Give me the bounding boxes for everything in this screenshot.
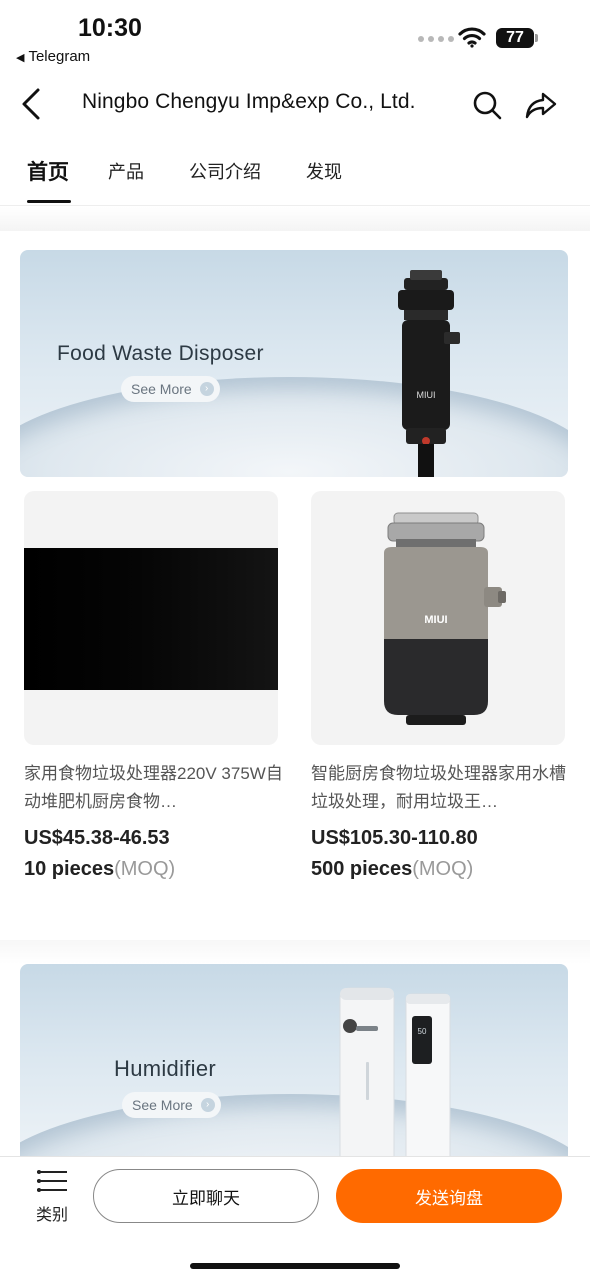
disposer-product-image: MIUI — [398, 270, 460, 477]
banner-floor — [20, 1094, 568, 1164]
tab-discover[interactable]: 发现 — [306, 158, 342, 184]
send-inquiry-button[interactable]: 发送询盘 — [336, 1169, 562, 1223]
moq-quantity: 10 pieces — [24, 858, 115, 880]
see-more-label: See More — [131, 381, 192, 397]
arrow-right-icon: › — [200, 1098, 215, 1112]
humidifier-display-value: 50 — [418, 1027, 427, 1036]
moq-label: (MOQ) — [412, 858, 474, 880]
battery-icon: 77 — [496, 28, 534, 48]
product-moq-2: 500 pieces(MOQ) — [311, 858, 473, 881]
disposer-brand-logo: MIUI — [417, 390, 436, 400]
share-icon[interactable] — [524, 88, 558, 122]
disposer-silver-image: MIUI — [384, 512, 506, 725]
category-button[interactable]: 类别 — [32, 1169, 72, 1225]
tab-products[interactable]: 产品 — [108, 158, 144, 184]
back-triangle-icon: ◀ — [16, 52, 25, 64]
disposer-brand-logo-2: MIUI — [424, 614, 447, 626]
signal-icon — [418, 36, 454, 42]
humidifier-product-image: 50 — [339, 987, 451, 1164]
tab-company-profile[interactable]: 公司介绍 — [189, 158, 261, 184]
home-indicator — [190, 1263, 400, 1269]
category-label: 类别 — [35, 1207, 68, 1224]
section-divider — [0, 940, 590, 964]
status-time: 10:30 — [78, 14, 142, 42]
banner-caption: Food Waste Disposer — [57, 342, 264, 365]
store-tabs: 首页 产品 公司介绍 发现 — [0, 146, 590, 206]
see-more-button[interactable]: See More › — [121, 376, 220, 402]
back-app-label: Telegram — [28, 48, 91, 65]
back-icon[interactable] — [18, 86, 46, 122]
product-name-1[interactable]: 家用食物垃圾处理器220V 375W自动堆肥机厨房食物… — [24, 760, 286, 816]
active-tab-indicator — [27, 200, 71, 203]
product-price-1: US$45.38-46.53 — [24, 827, 170, 849]
see-more-button[interactable]: See More › — [122, 1092, 221, 1118]
category-list-icon — [37, 1169, 67, 1193]
bottom-action-bar: 类别 立即聊天 发送询盘 — [0, 1156, 590, 1280]
back-to-app-link[interactable]: ◀ Telegram — [16, 48, 90, 65]
moq-quantity: 500 pieces — [311, 858, 413, 880]
store-title: Ningbo Chengyu Imp&exp Co., Ltd. — [82, 90, 416, 113]
product-moq-1: 10 pieces(MOQ) — [24, 858, 175, 881]
top-header: Ningbo Chengyu Imp&exp Co., Ltd. — [0, 76, 590, 132]
moq-label: (MOQ) — [114, 858, 176, 880]
product-price-2: US$105.30-110.80 — [311, 827, 478, 849]
video-thumbnail — [24, 548, 278, 690]
search-icon[interactable] — [470, 88, 504, 122]
product-image-2[interactable]: MIUI — [311, 491, 565, 745]
see-more-label: See More — [132, 1097, 193, 1113]
banner-food-waste-disposer[interactable]: Food Waste Disposer See More › MIUI — [20, 250, 568, 477]
status-bar: 10:30 ◀ Telegram 77 — [0, 0, 590, 72]
banner-floor — [20, 377, 568, 477]
product-image-1[interactable] — [24, 491, 278, 745]
wifi-icon — [458, 27, 486, 48]
banner-caption: Humidifier — [114, 1056, 217, 1081]
section-divider — [0, 207, 590, 231]
banner-humidifier[interactable]: Humidifier See More › 50 — [20, 964, 568, 1164]
battery-cap — [535, 34, 538, 42]
tab-home[interactable]: 首页 — [27, 156, 69, 186]
chat-now-button[interactable]: 立即聊天 — [93, 1169, 319, 1223]
product-name-2[interactable]: 智能厨房食物垃圾处理器家用水槽垃圾处理，耐用垃圾王… — [311, 760, 573, 816]
arrow-right-icon: › — [199, 382, 214, 396]
